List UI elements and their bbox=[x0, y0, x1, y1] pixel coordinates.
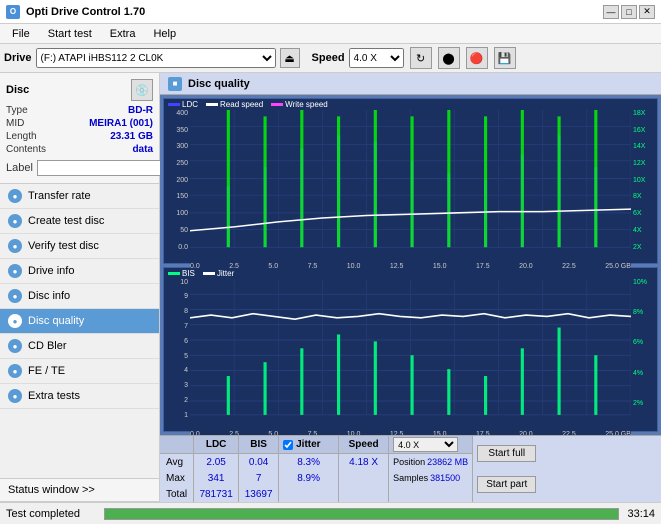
nav-label-extra-tests: Extra tests bbox=[28, 390, 80, 402]
mid-value: MEIRA1 (001) bbox=[89, 118, 153, 129]
nav-item-create-test-disc[interactable]: ● Create test disc bbox=[0, 209, 159, 234]
elapsed-time: 33:14 bbox=[627, 508, 655, 520]
avg-label: Avg bbox=[160, 454, 193, 470]
ldc-chart: LDC Read speed Write speed bbox=[163, 98, 658, 264]
avg-jitter: 8.3% bbox=[279, 454, 338, 470]
settings-button2[interactable]: 🔴 bbox=[466, 47, 488, 69]
app-title: Opti Drive Control 1.70 bbox=[26, 6, 145, 18]
position-label: Position bbox=[393, 457, 425, 467]
nav-icon-create-test-disc: ● bbox=[8, 214, 22, 228]
avg-speed: 4.18 X bbox=[339, 454, 388, 470]
label-input[interactable] bbox=[37, 160, 175, 176]
app-icon: O bbox=[6, 5, 20, 19]
nav-item-extra-tests[interactable]: ● Extra tests bbox=[0, 384, 159, 409]
progress-bar-container bbox=[104, 508, 619, 520]
nav-icon-disc-quality: ● bbox=[8, 314, 22, 328]
drive-select[interactable]: (F:) ATAPI iHBS112 2 CL0K bbox=[36, 48, 276, 68]
status-window-button[interactable]: Status window >> bbox=[0, 479, 159, 502]
samples-value: 381500 bbox=[430, 473, 460, 483]
progress-bar-fill bbox=[105, 509, 618, 519]
status-window-label: Status window >> bbox=[8, 484, 95, 496]
type-label: Type bbox=[6, 105, 28, 116]
bottom-status-bar: Test completed 33:14 bbox=[0, 502, 661, 524]
type-value: BD-R bbox=[128, 105, 153, 116]
nav-label-cd-bler: CD Bler bbox=[28, 340, 67, 352]
speed-label: Speed bbox=[312, 52, 345, 64]
stats-bar: Avg Max Total LDC 2.05 341 781731 BIS 0.… bbox=[160, 435, 661, 502]
disc-section-title: Disc bbox=[6, 84, 29, 96]
bis-chart: BIS Jitter 10 9 8 bbox=[163, 267, 658, 433]
nav-item-drive-info[interactable]: ● Drive info bbox=[0, 259, 159, 284]
menu-extra[interactable]: Extra bbox=[102, 26, 144, 42]
jitter-label: Jitter bbox=[296, 439, 320, 450]
nav-label-verify-test-disc: Verify test disc bbox=[28, 240, 99, 252]
nav-label-drive-info: Drive info bbox=[28, 265, 74, 277]
max-jitter: 8.9% bbox=[279, 470, 338, 486]
total-ldc: 781731 bbox=[194, 486, 238, 502]
max-label: Max bbox=[160, 470, 193, 486]
minimize-button[interactable]: — bbox=[603, 5, 619, 19]
contents-value: data bbox=[132, 144, 153, 155]
maximize-button[interactable]: □ bbox=[621, 5, 637, 19]
speed-select-stats[interactable]: 4.0 X bbox=[393, 437, 458, 452]
nav-item-disc-info[interactable]: ● Disc info bbox=[0, 284, 159, 309]
refresh-button[interactable]: ↻ bbox=[410, 47, 432, 69]
position-value: 23862 MB bbox=[427, 457, 468, 467]
menu-bar: File Start test Extra Help bbox=[0, 24, 661, 44]
nav-label-transfer-rate: Transfer rate bbox=[28, 190, 91, 202]
disc-icon-btn[interactable]: 💿 bbox=[131, 79, 153, 101]
nav-icon-fe-te: ● bbox=[8, 364, 22, 378]
total-label: Total bbox=[160, 486, 193, 502]
avg-bis: 0.04 bbox=[239, 454, 278, 470]
total-bis: 13697 bbox=[239, 486, 278, 502]
start-part-button[interactable]: Start part bbox=[477, 476, 536, 493]
nav-item-fe-te[interactable]: ● FE / TE bbox=[0, 359, 159, 384]
contents-label: Contents bbox=[6, 144, 46, 155]
close-button[interactable]: ✕ bbox=[639, 5, 655, 19]
settings-button1[interactable]: ⬤ bbox=[438, 47, 460, 69]
nav-item-verify-test-disc[interactable]: ● Verify test disc bbox=[0, 234, 159, 259]
drive-bar: Drive (F:) ATAPI iHBS112 2 CL0K ⏏ Speed … bbox=[0, 44, 661, 73]
disc-quality-header: ■ Disc quality bbox=[160, 73, 661, 95]
save-button[interactable]: 💾 bbox=[494, 47, 516, 69]
length-value: 23.31 GB bbox=[110, 131, 153, 142]
nav-icon-disc-info: ● bbox=[8, 289, 22, 303]
label-key: Label bbox=[6, 162, 33, 174]
nav-icon-cd-bler: ● bbox=[8, 339, 22, 353]
nav-item-cd-bler[interactable]: ● CD Bler bbox=[0, 334, 159, 359]
avg-ldc: 2.05 bbox=[194, 454, 238, 470]
drive-label: Drive bbox=[4, 52, 32, 64]
nav-label-fe-te: FE / TE bbox=[28, 365, 65, 377]
status-text: Test completed bbox=[6, 508, 96, 520]
jitter-checkbox[interactable] bbox=[283, 440, 293, 450]
dq-icon: ■ bbox=[168, 77, 182, 91]
nav-label-create-test-disc: Create test disc bbox=[28, 215, 104, 227]
nav-label-disc-quality: Disc quality bbox=[28, 315, 84, 327]
menu-file[interactable]: File bbox=[4, 26, 38, 42]
start-full-button[interactable]: Start full bbox=[477, 445, 536, 462]
nav-icon-drive-info: ● bbox=[8, 264, 22, 278]
speed-select[interactable]: 4.0 X bbox=[349, 48, 404, 68]
nav-icon-extra-tests: ● bbox=[8, 389, 22, 403]
length-label: Length bbox=[6, 131, 37, 142]
menu-start-test[interactable]: Start test bbox=[40, 26, 100, 42]
dq-title: Disc quality bbox=[188, 78, 250, 90]
eject-button[interactable]: ⏏ bbox=[280, 48, 300, 68]
nav-item-transfer-rate[interactable]: ● Transfer rate bbox=[0, 184, 159, 209]
nav-label-disc-info: Disc info bbox=[28, 290, 70, 302]
nav-icon-verify-test-disc: ● bbox=[8, 239, 22, 253]
max-ldc: 341 bbox=[194, 470, 238, 486]
title-bar: O Opti Drive Control 1.70 — □ ✕ bbox=[0, 0, 661, 24]
max-bis: 7 bbox=[239, 470, 278, 486]
mid-label: MID bbox=[6, 118, 24, 129]
nav-item-disc-quality[interactable]: ● Disc quality bbox=[0, 309, 159, 334]
menu-help[interactable]: Help bbox=[145, 26, 184, 42]
nav-icon-transfer-rate: ● bbox=[8, 189, 22, 203]
samples-label: Samples bbox=[393, 473, 428, 483]
